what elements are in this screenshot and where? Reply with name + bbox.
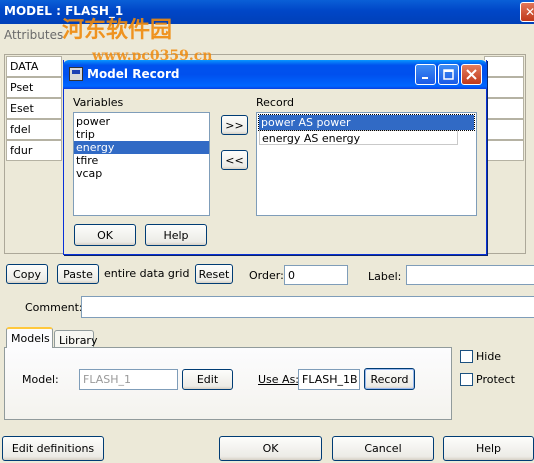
- grid-row-label[interactable]: Pset: [6, 77, 62, 98]
- watermark-logo: 河东软件园: [62, 17, 173, 43]
- model-label: Model:: [22, 373, 59, 386]
- protect-label: Protect: [476, 373, 515, 386]
- grid-row-label[interactable]: Eset: [6, 98, 62, 119]
- variables-label: Variables: [73, 96, 124, 109]
- record-button[interactable]: Record: [364, 368, 415, 390]
- use-as-input[interactable]: FLASH_1B: [298, 369, 360, 390]
- protect-checkbox[interactable]: [460, 373, 473, 386]
- label-input[interactable]: [406, 265, 534, 285]
- grid-cell[interactable]: [484, 140, 524, 161]
- order-label: Order:: [249, 269, 284, 282]
- list-item[interactable]: tfire: [74, 154, 209, 167]
- comment-label: Comment:: [25, 301, 83, 314]
- app-icon: [69, 67, 83, 81]
- grid-row-label[interactable]: fdur: [6, 140, 62, 161]
- list-item-selected[interactable]: energy: [74, 141, 209, 154]
- ok-button[interactable]: OK: [219, 436, 322, 461]
- reset-button[interactable]: Reset: [195, 264, 233, 284]
- list-item[interactable]: vcap: [74, 167, 209, 180]
- record-label: Record: [256, 96, 295, 109]
- window-close-icon[interactable]: ✕: [520, 2, 534, 22]
- list-item[interactable]: trip: [74, 128, 209, 141]
- grid-row-label[interactable]: fdel: [6, 119, 62, 140]
- tab-attributes[interactable]: Attributes: [4, 28, 63, 42]
- dialog-titlebar: Model Record: [63, 60, 487, 89]
- tab-library[interactable]: Library: [54, 330, 97, 347]
- label-label: Label:: [368, 270, 402, 283]
- edit-model-button[interactable]: Edit: [182, 369, 233, 390]
- list-item-selected[interactable]: power AS power: [258, 114, 475, 131]
- grid-cell[interactable]: [484, 98, 524, 119]
- help-button[interactable]: Help: [443, 436, 534, 461]
- grid-cell[interactable]: [484, 56, 524, 77]
- list-item[interactable]: power: [74, 115, 209, 128]
- hide-label: Hide: [476, 350, 502, 363]
- add-variable-button[interactable]: >>: [221, 115, 248, 135]
- hide-checkbox[interactable]: [460, 350, 473, 363]
- grid-row-label[interactable]: DATA: [6, 56, 62, 77]
- use-as-label: Use As:: [258, 373, 300, 386]
- paste-button[interactable]: Paste: [57, 264, 99, 284]
- comment-input[interactable]: [81, 296, 534, 318]
- list-item[interactable]: energy AS energy: [259, 130, 458, 145]
- dialog-ok-button[interactable]: OK: [74, 224, 136, 246]
- cancel-button[interactable]: Cancel: [332, 436, 434, 461]
- minimize-icon[interactable]: [415, 64, 436, 85]
- dialog-title: Model Record: [87, 67, 180, 81]
- remove-variable-button[interactable]: <<: [221, 150, 248, 170]
- model-input: FLASH_1: [79, 369, 178, 390]
- grid-cell[interactable]: [484, 119, 524, 140]
- variables-list[interactable]: power trip energy tfire vcap: [73, 112, 210, 216]
- grid-cell[interactable]: [484, 77, 524, 98]
- tab-models[interactable]: Models: [6, 327, 53, 348]
- copy-button[interactable]: Copy: [6, 264, 48, 284]
- paste-scope-label: entire data grid: [104, 267, 190, 280]
- dialog-help-button[interactable]: Help: [145, 224, 207, 246]
- edit-definitions-button[interactable]: Edit definitions: [2, 436, 104, 461]
- maximize-icon[interactable]: [438, 64, 459, 85]
- close-icon[interactable]: [461, 64, 482, 85]
- record-list[interactable]: power AS power energy AS energy: [256, 112, 477, 216]
- order-input[interactable]: 0: [284, 265, 348, 285]
